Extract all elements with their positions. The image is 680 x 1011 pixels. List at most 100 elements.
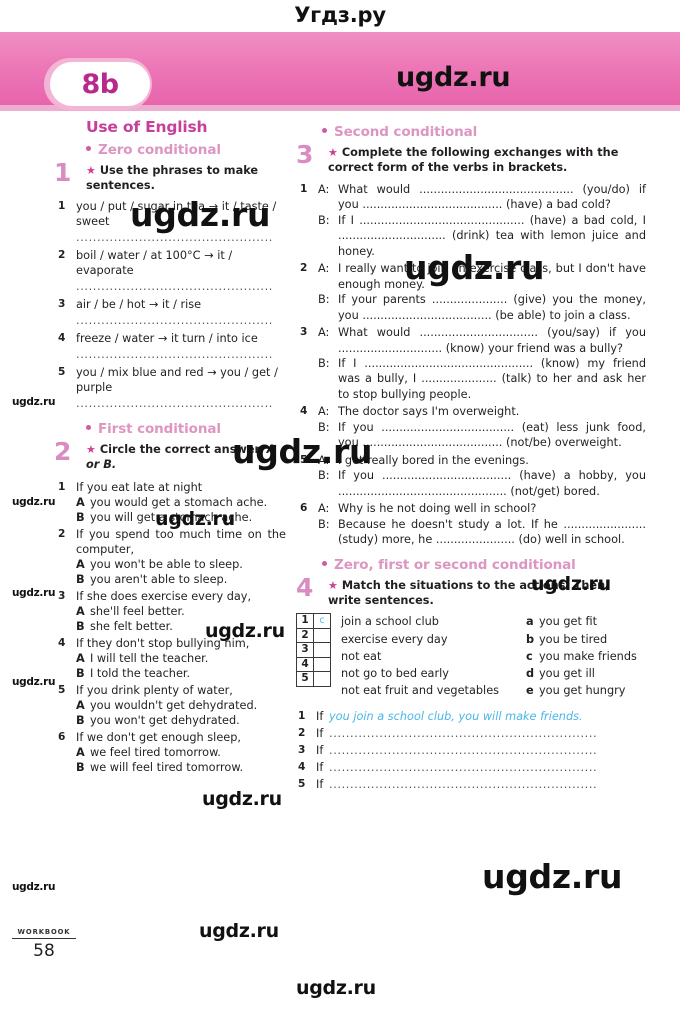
section-label: Zero conditional [98, 142, 221, 158]
speaker-label: A: [318, 453, 330, 467]
speaker-label: B: [318, 469, 330, 483]
exercise-instruction: ★ Match the situations to the actions. T… [328, 579, 646, 609]
dialogue-text: I get really bored in the evenings. [338, 453, 529, 467]
dialogue-line-a[interactable]: A: The doctor says I'm overweight. [318, 404, 646, 419]
item-stem: If you drink plenty of water, [76, 683, 233, 697]
match-answer-cell[interactable] [313, 627, 331, 644]
option-a[interactable]: A I will tell the teacher. [76, 651, 286, 666]
page-footer: WORKBOOK 58 [12, 928, 76, 961]
item-text: you / put / sugar in tea → it / taste / … [76, 199, 277, 228]
answer-line[interactable]: 4 If....................................… [296, 759, 646, 776]
list-item: 3 If she does exercise every day, A she'… [54, 589, 286, 634]
answer-dotted-line[interactable]: ........................................… [76, 348, 286, 362]
option-b[interactable]: B you won't get dehydrated. [76, 713, 286, 728]
dialogue-line-b[interactable]: B: If you ..............................… [318, 420, 646, 451]
option-key: B [76, 761, 85, 775]
section-heading-mixed-conditional: Zero, first or second conditional [322, 557, 646, 573]
line-number: 3 [298, 744, 306, 757]
option-a[interactable]: A she'll feel better. [76, 604, 286, 619]
section-heading-second-conditional: Second conditional [322, 124, 646, 140]
answer-line[interactable]: 5 If....................................… [296, 776, 646, 793]
option-b[interactable]: B you will get a stomach ache. [76, 510, 286, 525]
workbook-label: WORKBOOK [17, 928, 71, 936]
dialogue-line-b[interactable]: B: If I ................................… [318, 213, 646, 259]
line-number: 4 [298, 761, 306, 774]
match-answer-cell[interactable] [313, 656, 331, 673]
exercise-instruction-text: Complete the following exchanges with th… [328, 146, 619, 174]
action-key: c [526, 649, 533, 663]
answer-line[interactable]: 3 If....................................… [296, 742, 646, 759]
speaker-label: A: [318, 405, 330, 419]
list-item: b you be tired [526, 631, 637, 648]
item-number: 1 [58, 199, 66, 212]
list-item: 4 If they don't stop bullying him, A I w… [54, 636, 286, 681]
line-dots: ........................................… [329, 744, 598, 758]
section-label: Second conditional [334, 124, 478, 140]
item-number: 1 [58, 480, 66, 493]
dialogue-line-a[interactable]: A: I really want to join an exercise cla… [318, 261, 646, 292]
dialogue-text: If you .................................… [338, 420, 646, 450]
item-stem: If you eat late at night [76, 480, 203, 494]
option-key: A [76, 651, 85, 665]
dialogue-line-b[interactable]: B: If you ..............................… [318, 468, 646, 499]
table-row: 1 c [296, 613, 331, 629]
action-text: you get ill [539, 667, 595, 681]
option-text: I told the teacher. [90, 666, 191, 680]
line-prefix: If [316, 727, 324, 741]
option-a[interactable]: A you would get a stomach ache. [76, 495, 286, 510]
option-key: B [76, 713, 85, 727]
list-item: exercise every day [341, 632, 448, 646]
section-heading-zero-conditional: Zero conditional [86, 142, 286, 158]
speaker-label: A: [318, 326, 330, 340]
speaker-label: A: [318, 262, 330, 276]
answer-dotted-line[interactable]: ........................................… [76, 314, 286, 328]
option-key: A [76, 604, 85, 618]
dialogue-line-a[interactable]: A: What would ..........................… [318, 182, 646, 213]
option-b[interactable]: B we will feel tired tomorrow. [76, 760, 286, 775]
option-b[interactable]: B she felt better. [76, 619, 286, 634]
item-text: air / be / hot → it / rise [76, 297, 202, 311]
dialogue-line-a[interactable]: A: I get really bored in the evenings. [318, 453, 646, 468]
site-watermark: ugdz.ru [12, 676, 56, 688]
match-answer-cell[interactable] [313, 671, 331, 687]
dialogue-line-a[interactable]: A: What would ..........................… [318, 325, 646, 356]
line-answer: you join a school club, you will make fr… [329, 710, 583, 724]
answer-dotted-line[interactable]: ........................................… [76, 231, 286, 245]
match-answer-cell[interactable] [313, 642, 331, 658]
answer-line[interactable]: 2 If....................................… [296, 725, 646, 742]
option-text: she felt better. [90, 619, 173, 633]
dialogue-line-b[interactable]: B: Because he doesn't study a lot. If he… [318, 517, 646, 548]
item-number: 2 [300, 262, 308, 275]
item-number: 5 [300, 453, 308, 466]
match-answer-cell[interactable]: c [313, 613, 331, 629]
option-a[interactable]: A we feel tired tomorrow. [76, 745, 286, 760]
dialogue-text: Why is he not doing well in school? [338, 502, 537, 516]
dialogue-line-a[interactable]: A: Why is he not doing well in school? [318, 501, 646, 516]
bullet-icon [86, 146, 91, 151]
option-text: you wouldn't get dehydrated. [90, 698, 258, 712]
option-key: B [76, 572, 85, 586]
list-item: not eat [341, 649, 382, 663]
list-item: 1 A: What would ........................… [296, 182, 646, 259]
item-number: 3 [300, 326, 308, 339]
option-text: you will get a stomach ache. [90, 510, 253, 524]
exercise-number: 1 [54, 158, 72, 187]
answer-line[interactable]: 1 If you join a school club, you will mak… [296, 708, 646, 725]
item-number: 6 [300, 502, 308, 515]
dialogue-line-b[interactable]: B: If your parents .....................… [318, 292, 646, 323]
answer-dotted-line[interactable]: ........................................… [76, 397, 286, 411]
item-number: 2 [58, 527, 66, 540]
line-prefix: If [316, 710, 324, 724]
list-item: join a school club [341, 615, 439, 629]
exercise-number: 3 [296, 140, 314, 169]
option-a[interactable]: A you won't be able to sleep. [76, 557, 286, 572]
answer-dotted-line[interactable]: ........................................… [76, 280, 286, 294]
dialogue-line-b[interactable]: B: If I ................................… [318, 356, 646, 402]
option-key: B [76, 619, 85, 633]
list-item: c you make friends [526, 648, 637, 665]
option-a[interactable]: A you wouldn't get dehydrated. [76, 698, 286, 713]
option-b[interactable]: B I told the teacher. [76, 666, 286, 681]
option-b[interactable]: B you aren't able to sleep. [76, 572, 286, 587]
table-row: 2 [296, 627, 331, 644]
dialogue-text: If your parents ..................... (g… [338, 293, 646, 322]
